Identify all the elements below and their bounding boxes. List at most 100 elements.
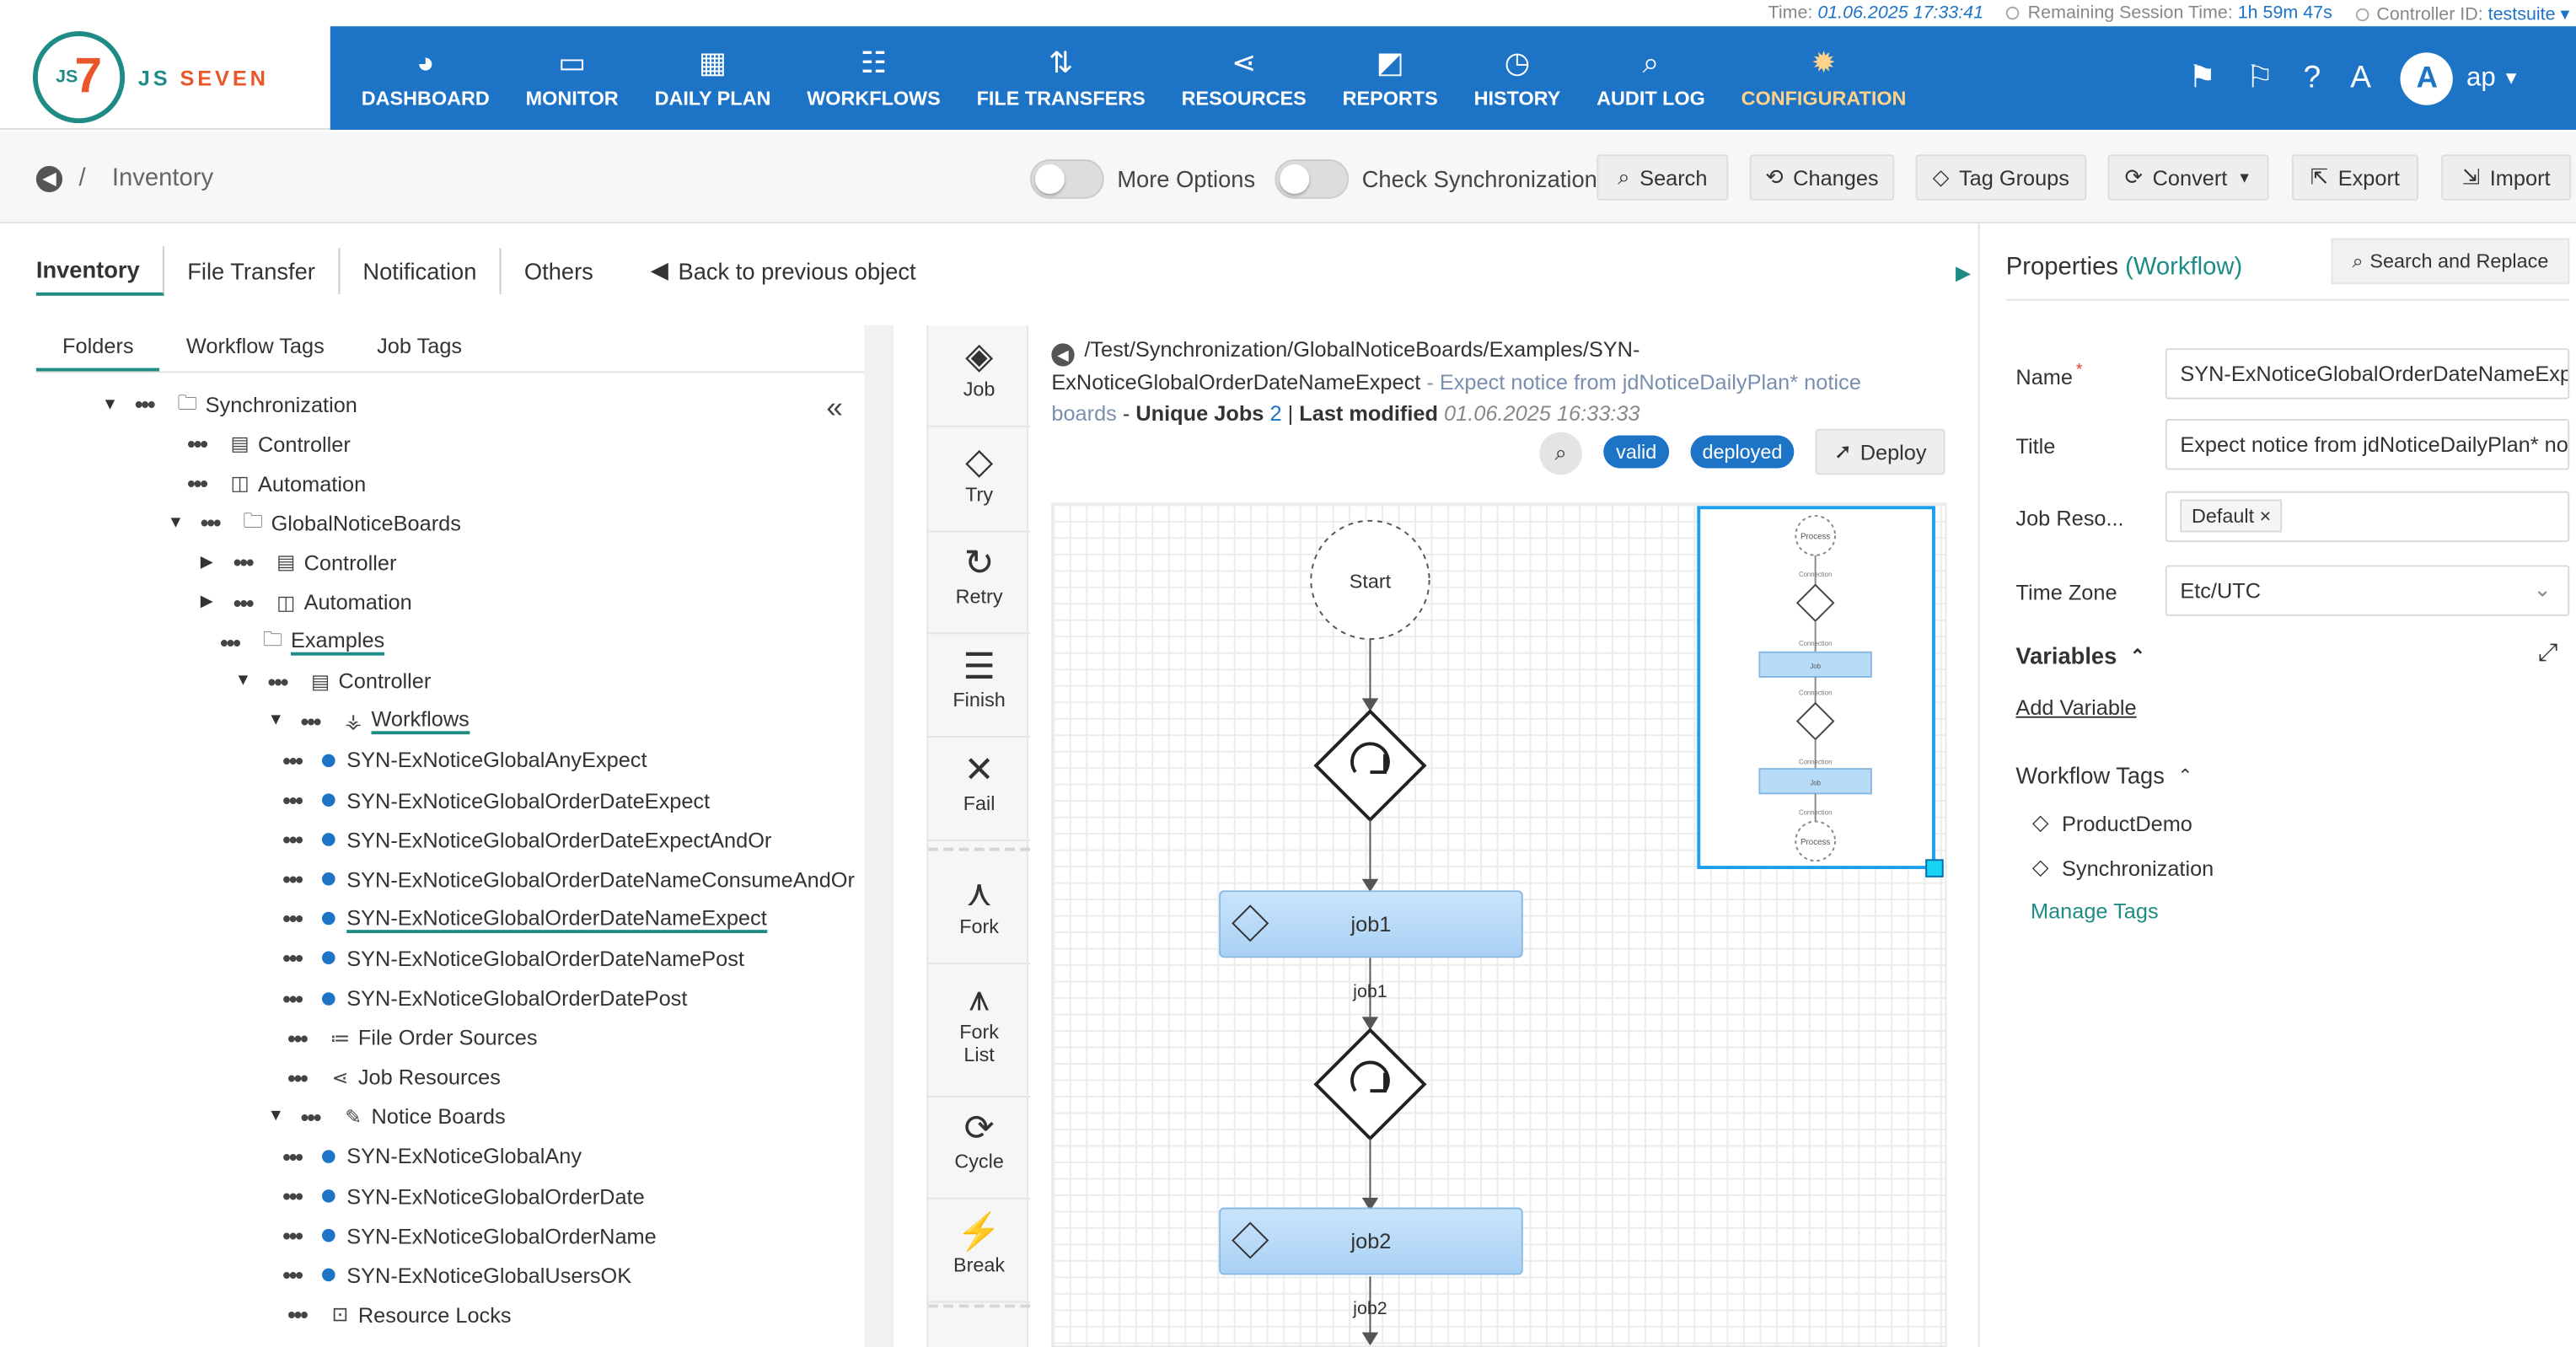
nav-history[interactable]: ◷ HISTORY xyxy=(1456,26,1579,130)
more-options-toggle[interactable]: More Options xyxy=(1030,159,1255,199)
more-actions-icon[interactable]: ••• xyxy=(282,1143,309,1169)
tree-item-folder[interactable]: ••• ◫ Automation xyxy=(168,464,366,503)
breadcrumb-inventory[interactable]: Inventory xyxy=(112,164,213,192)
tree-item-object[interactable]: ••• SYN-ExNoticeGlobalOrderDateExpect xyxy=(282,781,710,820)
back-icon[interactable]: ◀ xyxy=(1051,343,1075,367)
palette-fork[interactable]: ⋏ Fork xyxy=(928,862,1031,965)
caret-right-icon[interactable]: ▶ xyxy=(201,554,220,572)
nav-reports[interactable]: ◩ REPORTS xyxy=(1324,26,1456,130)
tab-job-tags[interactable]: Job Tags xyxy=(351,329,488,372)
more-actions-icon[interactable]: ••• xyxy=(187,431,213,457)
more-actions-icon[interactable]: ••• xyxy=(187,470,213,496)
more-actions-icon[interactable]: ••• xyxy=(135,391,161,417)
flag-icon[interactable]: ⚑ xyxy=(2188,59,2216,97)
tab-file-transfer[interactable]: File Transfer xyxy=(187,248,341,294)
title-input[interactable]: Expect notice from jdNoticeDailyPlan* no… xyxy=(2165,418,2570,470)
more-actions-icon[interactable]: ••• xyxy=(282,905,309,931)
convert-button[interactable]: ⟳ Convert ▼ xyxy=(2107,154,2269,201)
expand-panel-icon[interactable]: ▶ xyxy=(1950,246,1976,298)
tree-item-object[interactable]: ••• SYN-ExNoticeGlobalUsersOK xyxy=(282,1255,631,1295)
nav-workflows[interactable]: ☷ WORKFLOWS xyxy=(789,26,958,130)
nav-audit-log[interactable]: ⌕ AUDIT LOG xyxy=(1579,26,1724,130)
tree-item-folder[interactable]: ▼ ••• 🗀 GlobalNoticeBoards xyxy=(168,503,461,543)
job1-node[interactable]: job1 xyxy=(1219,890,1523,958)
palette-job[interactable]: ◈ Job xyxy=(928,325,1031,427)
help-icon[interactable]: ? xyxy=(2304,60,2321,96)
more-actions-icon[interactable]: ••• xyxy=(282,945,309,971)
nav-dashboard[interactable]: ◕ DASHBOARD xyxy=(343,26,507,130)
logo[interactable]: JS 7 JS SEVEN xyxy=(0,26,330,130)
more-actions-icon[interactable]: ••• xyxy=(287,1024,314,1050)
flag-settings-icon[interactable]: ⚐ xyxy=(2246,59,2273,97)
avatar[interactable]: A xyxy=(2401,51,2454,105)
search-replace-button[interactable]: ⌕ Search and Replace xyxy=(2331,238,2570,285)
expand-icon[interactable]: ⤢ xyxy=(2538,639,2557,667)
more-actions-icon[interactable]: ••• xyxy=(282,748,309,774)
deploy-button[interactable]: ➚ Deploy xyxy=(1815,428,1945,475)
expect-notice-node-1[interactable] xyxy=(1313,709,1427,823)
workflow-tags-section[interactable]: Workflow Tags ⌃ xyxy=(2015,762,2192,788)
nav-daily-plan[interactable]: ▦ DAILY PLAN xyxy=(636,26,789,130)
nav-monitor[interactable]: ▭ MONITOR xyxy=(507,26,636,130)
palette-fork-list[interactable]: ⩚ Fork List xyxy=(928,968,1031,1097)
more-actions-icon[interactable]: ••• xyxy=(287,1064,314,1090)
tree-item-object[interactable]: ••• SYN-ExNoticeGlobalOrderDateExpectAndO… xyxy=(282,820,771,860)
minimap-resize-handle[interactable] xyxy=(1925,859,1944,877)
tree-item-folder[interactable]: ••• ▤ Controller xyxy=(168,424,351,464)
collapse-tree-icon[interactable]: « xyxy=(826,391,843,426)
caret-down-icon[interactable]: ▼ xyxy=(235,673,255,690)
more-actions-icon[interactable]: ••• xyxy=(287,1301,314,1328)
more-actions-icon[interactable]: ••• xyxy=(282,1262,309,1288)
caret-down-icon[interactable]: ▼ xyxy=(268,1108,287,1125)
nav-file-transfers[interactable]: ⇅ FILE TRANSFERS xyxy=(958,26,1163,130)
caret-right-icon[interactable]: ▶ xyxy=(201,593,220,611)
name-input[interactable]: SYN-ExNoticeGlobalOrderDateNameExpect xyxy=(2165,348,2570,400)
tree-item-object[interactable]: ••• SYN-ExNoticeGlobalOrderDatePost xyxy=(282,979,687,1018)
tree-item-object[interactable]: ••• SYN-ExNoticeGlobalOrderDateNamePost xyxy=(282,939,744,979)
palette-try[interactable]: ◇ Try xyxy=(928,431,1031,533)
caret-down-icon[interactable]: ▼ xyxy=(268,711,287,729)
close-icon[interactable]: × xyxy=(2260,504,2272,527)
more-actions-icon[interactable]: ••• xyxy=(282,985,309,1011)
nav-configuration[interactable]: ✹ CONFIGURATION xyxy=(1723,26,1924,130)
caret-down-icon[interactable]: ▼ xyxy=(102,395,121,413)
tree-item-folder[interactable]: ▼ ••• ▤ Controller xyxy=(235,662,432,701)
back-to-previous-link[interactable]: ◀ Back to previous object xyxy=(651,256,916,284)
tab-inventory[interactable]: Inventory xyxy=(35,246,164,296)
more-actions-icon[interactable]: ••• xyxy=(282,827,309,853)
tree-item-folder[interactable]: ▶ ••• ◫ Automation xyxy=(201,582,412,622)
more-actions-icon[interactable]: ••• xyxy=(282,787,309,813)
tree-item-folder[interactable]: ••• ⊡ Resource Locks xyxy=(268,1295,511,1334)
job-resource-chip[interactable]: Default × xyxy=(2180,499,2283,533)
manage-tags-link[interactable]: Manage Tags xyxy=(2031,899,2159,923)
tab-others[interactable]: Others xyxy=(524,248,616,294)
tab-folders[interactable]: Folders xyxy=(35,329,160,372)
tree-item-object[interactable]: ••• SYN-ExNoticeGlobalAny xyxy=(282,1136,582,1176)
more-actions-icon[interactable]: ••• xyxy=(268,668,294,695)
palette-finish[interactable]: ☰ Finish xyxy=(928,636,1031,738)
palette-fail[interactable]: ✕ Fail xyxy=(928,739,1031,841)
tree-item-object[interactable]: ••• SYN-ExNoticeGlobalOrderDate xyxy=(282,1176,644,1216)
palette-retry[interactable]: ↻ Retry xyxy=(928,532,1031,635)
more-actions-icon[interactable]: ••• xyxy=(201,510,227,536)
export-button[interactable]: ⇱ Export xyxy=(2291,154,2418,201)
tab-workflow-tags[interactable]: Workflow Tags xyxy=(160,329,351,372)
tree-item-object[interactable]: ••• SYN-ExNoticeGlobalOrderDateNameExpect xyxy=(282,899,767,939)
language-icon[interactable]: A xyxy=(2350,60,2371,96)
caret-down-icon[interactable]: ▼ xyxy=(168,514,187,532)
user-menu[interactable]: ap ▼ xyxy=(2466,63,2520,93)
tab-notification[interactable]: Notification xyxy=(362,248,502,294)
changes-button[interactable]: ⟲ Changes xyxy=(1749,154,1895,201)
add-variable-link[interactable]: Add Variable xyxy=(2015,695,2136,719)
job2-node[interactable]: job2 xyxy=(1219,1207,1523,1275)
tree-item-object[interactable]: ••• SYN-ExNoticeGlobalAnyExpect xyxy=(282,741,647,781)
palette-break[interactable]: ⚡ Break xyxy=(928,1201,1031,1303)
tree-scrollbar[interactable] xyxy=(864,325,894,1347)
search-button[interactable]: ⌕ Search xyxy=(1597,154,1729,201)
check-sync-toggle[interactable]: Check Synchronization xyxy=(1275,159,1597,199)
controller-id[interactable]: Controller ID: testsuite ▾ xyxy=(2355,3,2569,24)
more-actions-icon[interactable]: ••• xyxy=(282,1222,309,1248)
tree-item-folder[interactable]: ▼ ••• ⚶ Workflows xyxy=(268,701,470,741)
palette-cycle[interactable]: ⟳ Cycle xyxy=(928,1097,1031,1199)
more-actions-icon[interactable]: ••• xyxy=(301,1103,327,1130)
